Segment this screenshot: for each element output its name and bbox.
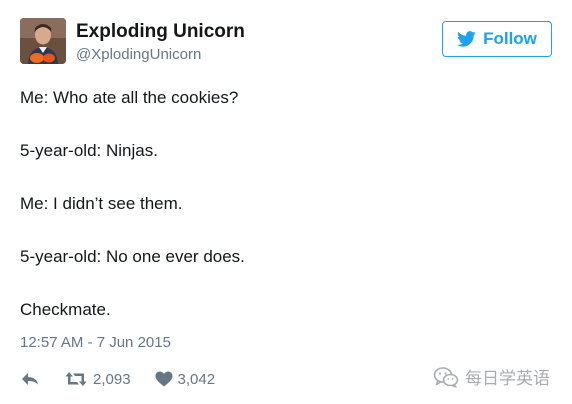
avatar[interactable]	[20, 18, 66, 64]
tweet-line: Checkmate.	[20, 300, 111, 319]
tweet-line: 5-year-old: No one ever does.	[20, 247, 245, 266]
author-display-name[interactable]: Exploding Unicorn	[76, 20, 245, 44]
tweet-line: Me: Who ate all the cookies?	[20, 88, 239, 107]
reply-icon	[20, 371, 40, 387]
tweet-timestamp[interactable]: 12:57 AM - 7 Jun 2015	[20, 333, 171, 353]
retweet-icon	[64, 371, 88, 387]
wechat-icon	[433, 366, 465, 388]
tweet-text: Me: Who ate all the cookies? 5-year-old:…	[20, 88, 540, 320]
follow-button[interactable]: Follow	[442, 21, 552, 57]
tweet-line: 5-year-old: Ninjas.	[20, 141, 158, 160]
like-count: 3,042	[177, 370, 216, 388]
watermark: 每日学英语	[433, 364, 550, 389]
retweet-count: 2,093	[93, 370, 131, 388]
tweet-card: Exploding Unicorn @XplodingUnicorn Follo…	[0, 0, 572, 404]
author-names: Exploding Unicorn @XplodingUnicorn	[76, 20, 245, 65]
retweet-button[interactable]: 2,093	[64, 371, 131, 388]
author-handle[interactable]: @XplodingUnicorn	[76, 45, 245, 65]
like-button[interactable]: 3,042	[155, 370, 216, 388]
follow-button-label: Follow	[483, 29, 537, 48]
twitter-bird-icon	[457, 31, 476, 47]
reply-button[interactable]	[20, 371, 40, 387]
watermark-text: 每日学英语	[465, 369, 550, 388]
tweet-actions: 2,093 3,042	[20, 366, 215, 392]
heart-icon	[155, 371, 173, 387]
tweet-header: Exploding Unicorn @XplodingUnicorn Follo…	[20, 18, 552, 66]
tweet-line: Me: I didn’t see them.	[20, 194, 183, 213]
